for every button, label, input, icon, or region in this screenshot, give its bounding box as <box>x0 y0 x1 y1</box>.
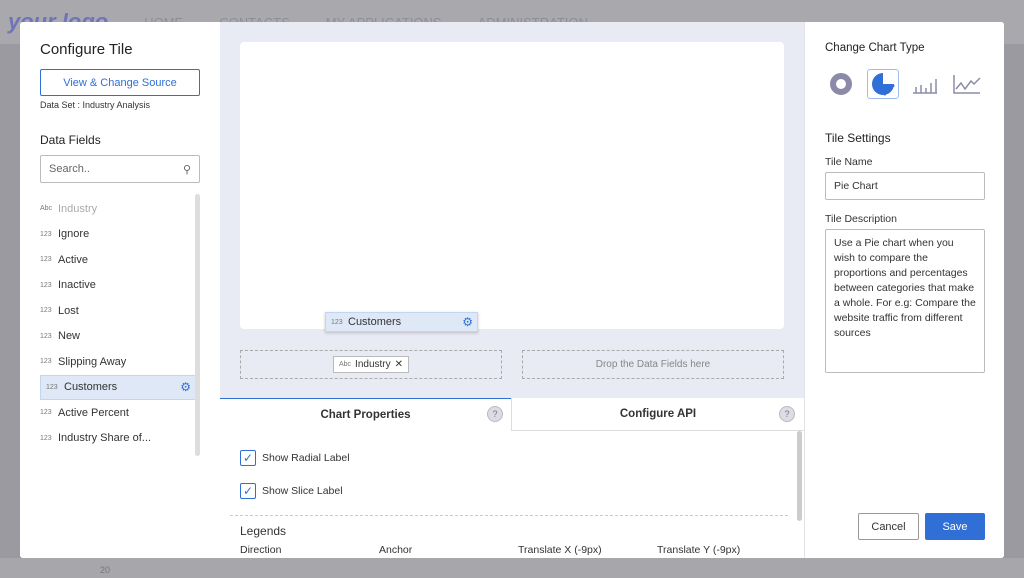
search-icon: ⚲ <box>182 163 191 176</box>
legend-translate-y-label: Translate Y (-9px) <box>657 544 741 556</box>
divider <box>230 515 788 516</box>
view-change-source-button[interactable]: View & Change Source <box>40 69 200 96</box>
field-item[interactable]: 123 New <box>40 324 196 350</box>
field-type: 123 <box>46 383 58 391</box>
field-label: Lost <box>58 304 79 317</box>
field-label: Customers <box>64 381 118 394</box>
checkmark-icon: ✓ <box>240 483 256 499</box>
tab-configure-api[interactable]: Configure API <box>511 398 804 431</box>
field-label: Inactive <box>58 279 96 292</box>
configure-tile-modal: Configure Tile View & Change Source Data… <box>20 22 1004 558</box>
tile-name-label: Tile Name <box>825 156 873 168</box>
field-item[interactable]: 123 Inactive <box>40 273 196 299</box>
field-label: Industry Share of... <box>58 432 151 445</box>
field-type: 123 <box>40 358 52 366</box>
field-item[interactable]: 123 Active Percent <box>40 400 196 426</box>
search-placeholder: Search.. <box>49 163 90 175</box>
field-type: 123 <box>40 256 52 264</box>
field-type: 123 <box>40 409 52 417</box>
field-type: 123 <box>331 318 343 326</box>
field-item[interactable]: 123 Slipping Away <box>40 349 196 375</box>
legend-columns: Direction Anchor Translate X (-9px) Tran… <box>240 544 800 556</box>
modal-title: Configure Tile <box>40 41 133 58</box>
field-label: Ignore <box>58 228 90 241</box>
tile-description-label: Tile Description <box>825 213 897 225</box>
legend-direction-label: Direction <box>240 544 282 556</box>
pie-chart-icon[interactable] <box>867 69 899 99</box>
tab-label: Chart Properties <box>320 409 411 421</box>
save-button[interactable]: Save <box>925 513 985 540</box>
close-icon[interactable]: ✕ <box>395 359 403 370</box>
bar-chart-icon[interactable] <box>909 69 941 99</box>
search-input[interactable]: Search.. ⚲ <box>40 155 200 183</box>
field-label: Active <box>58 253 88 266</box>
preview-panel: 123 Customers ⚙ Abc Industry ✕ Drop the Data… <box>220 22 804 558</box>
tab-chart-properties[interactable]: Chart Properties <box>220 398 511 431</box>
gear-icon[interactable]: ⚙ <box>180 380 191 394</box>
tile-name-input[interactable]: Pie Chart <box>825 172 985 200</box>
field-type: 123 <box>40 230 52 238</box>
field-label: Active Percent <box>58 406 129 419</box>
field-list: Abc Industry 123 Ignore 123 Active 123 Inactive… <box>40 196 196 451</box>
right-panel: Change Chart Type Tile Settings Tile Nam… <box>804 22 1004 558</box>
field-type: 123 <box>40 307 52 315</box>
cancel-button[interactable]: Cancel <box>858 513 919 540</box>
legend-translate-x-label: Translate X (-9px) <box>518 544 602 556</box>
show-radial-label-checkbox[interactable]: ✓ Show Radial Label <box>240 450 350 466</box>
chart-canvas: 123 Customers ⚙ <box>240 42 784 332</box>
properties-scrollbar[interactable] <box>797 431 802 521</box>
y-drop-zone[interactable]: Drop the Data Fields here <box>522 350 784 379</box>
field-item[interactable]: 123 Lost <box>40 298 196 324</box>
chip-label: Industry <box>355 359 391 370</box>
tile-description-textarea[interactable]: Use a Pie chart when you wish to compare… <box>825 229 985 373</box>
industry-chip: Abc Industry ✕ <box>332 356 410 373</box>
background-chart <box>0 558 1024 578</box>
line-chart-icon[interactable] <box>951 69 983 99</box>
checkbox-label: Show Radial Label <box>262 452 350 464</box>
checkmark-icon: ✓ <box>240 450 256 466</box>
background-axis-tick: 20 <box>100 565 111 575</box>
field-label: Industry <box>58 202 98 215</box>
legend-anchor-label: Anchor <box>379 544 413 556</box>
chart-type-selector <box>825 69 983 99</box>
field-item[interactable]: 123 Industry Share of... <box>40 426 196 452</box>
tile-settings-title: Tile Settings <box>825 131 891 145</box>
checkbox-label: Show Slice Label <box>262 485 343 497</box>
change-chart-type-title: Change Chart Type <box>825 42 925 54</box>
x-drop-zone[interactable]: Abc Industry ✕ <box>240 350 502 379</box>
tab-label: Configure API <box>619 408 697 420</box>
field-list-scrollbar[interactable] <box>195 194 200 456</box>
field-type: 123 <box>40 281 52 289</box>
field-type: 123 <box>40 332 52 340</box>
field-type: Abc <box>40 205 53 213</box>
field-type: Abc <box>338 361 352 368</box>
legends-title: Legends <box>240 524 287 538</box>
dragging-field-chip[interactable]: 123 Customers ⚙ <box>325 312 478 332</box>
field-item[interactable]: Abc Industry <box>40 196 196 222</box>
field-item[interactable]: 123 Ignore <box>40 222 196 248</box>
field-label: Slipping Away <box>58 355 127 368</box>
properties-panel: Chart Properties ? Configure API ? ✓ Show… <box>220 398 804 558</box>
donut-chart-icon[interactable] <box>825 69 857 99</box>
field-label: Customers <box>348 316 402 328</box>
field-item[interactable]: 123 Active <box>40 247 196 273</box>
dataset-label: Data Set : Industry Analysis <box>40 100 151 110</box>
field-item[interactable]: 123 Customers ⚙ <box>40 374 196 400</box>
show-slice-label-checkbox[interactable]: ✓ Show Slice Label <box>240 483 343 499</box>
help-icon[interactable]: ? <box>487 406 503 422</box>
data-fields-title: Data Fields <box>40 133 101 147</box>
left-panel: Configure Tile View & Change Source Data… <box>20 22 220 558</box>
field-label: New <box>58 330 81 343</box>
help-icon[interactable]: ? <box>779 406 795 422</box>
gear-icon[interactable]: ⚙ <box>462 315 473 329</box>
field-type: 123 <box>40 434 52 442</box>
